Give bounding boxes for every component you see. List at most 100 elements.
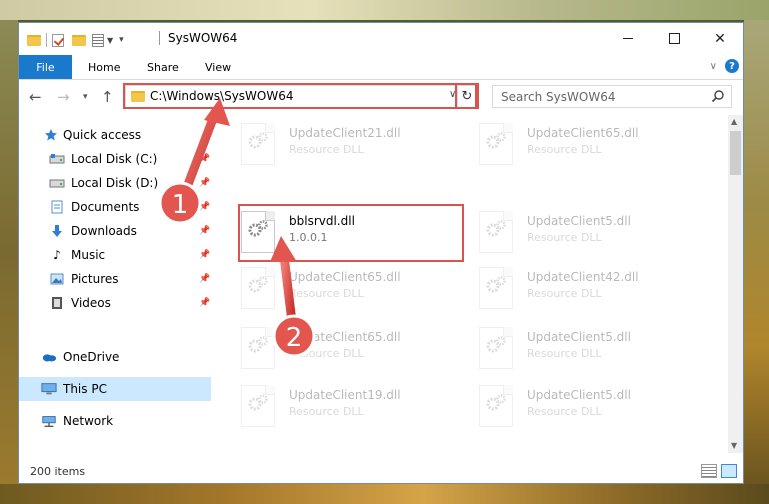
file-list: UpdateClient21.dll Resource DLL UpdateCl… [211,115,728,453]
scrollbar-thumb[interactable] [730,131,741,175]
sidebar-item-this-pc[interactable]: This PC [19,377,211,401]
sidebar-item-label: Music [71,248,106,262]
navigation-pane: Quick access Local Disk (C:) 📌 Local Dis… [19,115,211,453]
file-item[interactable]: UpdateClient21.dll Resource DLL [241,121,471,167]
gear-icon [248,394,268,411]
search-icon[interactable] [711,89,725,103]
gear-icon [486,394,506,411]
status-bar: 200 items [19,461,743,483]
scroll-down-icon[interactable]: ▼ [731,441,737,450]
close-icon: ✕ [714,30,726,47]
sidebar-item-network[interactable]: Network [19,409,211,433]
properties-check-icon[interactable] [52,33,64,47]
file-type: Resource DLL [289,405,364,418]
vertical-scrollbar[interactable]: ▲ ▼ [728,115,743,453]
pictures-icon [49,271,65,287]
file-name: UpdateClient42.dll [527,270,639,284]
pin-icon[interactable]: 📌 [199,250,210,260]
computer-icon [41,381,57,397]
file-name: UpdateClient5.dll [527,388,631,402]
file-item[interactable]: UpdateClient65.dll Resource DLL [479,121,709,167]
file-item[interactable]: UpdateClient5.dll Resource DLL [479,325,709,371]
new-folder-icon[interactable] [72,34,86,46]
properties-icon[interactable] [92,33,104,47]
file-name: UpdateClient21.dll [289,126,401,140]
tab-file[interactable]: File [19,55,72,79]
sidebar-item-label: Quick access [63,128,142,142]
file-name: UpdateClient5.dll [527,214,631,228]
tab-share[interactable]: Share [147,55,179,79]
sidebar-item-downloads[interactable]: Downloads 📌 [19,219,211,243]
desktop-wallpaper-bottom [0,484,769,504]
gear-icon [248,276,268,293]
sidebar-item-local-disk-d[interactable]: Local Disk (D:) 📌 [19,171,211,195]
videos-icon [49,295,65,311]
maximize-icon [668,33,680,44]
file-item[interactable]: UpdateClient65.dll Resource DLL [241,265,471,311]
file-explorer-window: ▼ ▾ SysWOW64 ✕ File Home Share View ∨ ? … [18,22,744,484]
file-highlight-box [238,204,464,262]
up-button[interactable]: ↑ [101,88,114,106]
gear-icon [486,336,506,353]
drive-icon [49,151,65,167]
window-title-text: SysWOW64 [168,31,238,45]
sidebar-item-music[interactable]: ♪ Music 📌 [19,243,211,267]
maximize-button[interactable] [651,23,697,54]
tab-home[interactable]: Home [88,55,120,79]
gear-icon [486,220,506,237]
pin-icon[interactable]: 📌 [199,154,210,164]
tiles-view-button[interactable] [721,464,737,478]
gear-icon [248,336,268,353]
file-type: Resource DLL [527,347,602,360]
file-type: Resource DLL [527,143,602,156]
sidebar-item-label: Local Disk (D:) [71,176,159,190]
sidebar-item-pictures[interactable]: Pictures 📌 [19,267,211,291]
scroll-up-icon[interactable]: ▲ [731,117,737,126]
item-count: 200 items [30,465,86,478]
file-item[interactable]: UpdateClient19.dll Resource DLL [241,383,471,429]
details-view-button[interactable] [701,464,717,478]
file-item[interactable]: UpdateClient65.dll Resource DLL [241,325,471,371]
refresh-highlight-box [455,83,479,109]
gear-icon [248,132,268,149]
window-title: SysWOW64 [159,31,237,45]
file-type: Resource DLL [527,231,602,244]
sidebar-item-videos[interactable]: Videos 📌 [19,291,211,315]
forward-button[interactable]: → [57,88,70,106]
pin-icon[interactable]: 📌 [199,274,210,284]
sidebar-item-documents[interactable]: Documents 📌 [19,195,211,219]
help-icon[interactable]: ? [725,59,739,73]
pin-icon[interactable]: 📌 [199,178,210,188]
file-item[interactable]: UpdateClient5.dll Resource DLL [479,209,709,255]
pin-icon[interactable]: 📌 [199,202,210,212]
file-type: Resource DLL [289,347,364,360]
star-icon [43,127,59,143]
customize-toolbar-icon[interactable]: ▾ [119,35,124,45]
close-button[interactable]: ✕ [697,23,743,54]
sidebar-item-onedrive[interactable]: OneDrive [19,345,211,369]
file-item[interactable]: UpdateClient5.dll Resource DLL [479,383,709,429]
file-name: UpdateClient19.dll [289,388,401,402]
expand-ribbon-icon[interactable]: ∨ [710,61,717,72]
tab-view[interactable]: View [205,55,231,79]
file-type: Resource DLL [527,287,602,300]
navigation-bar: ← → ▾ ↑ C:\Windows\SysWOW64 ∨ ↻ [19,80,743,114]
sidebar-item-quick-access[interactable]: Quick access [19,123,211,147]
sidebar-item-label: OneDrive [63,350,120,364]
quick-access-toolbar: ▼ ▾ [27,32,124,48]
sidebar-item-local-disk-c[interactable]: Local Disk (C:) 📌 [19,147,211,171]
desktop-wallpaper-top [0,0,769,20]
minimize-button[interactable] [605,23,651,54]
minimize-icon [623,38,633,39]
search-input[interactable] [493,86,711,107]
search-box[interactable] [492,85,732,108]
chevron-down-icon[interactable]: ▼ [107,36,113,45]
sidebar-item-label: This PC [63,382,107,396]
pin-icon[interactable]: 📌 [199,226,210,236]
recent-locations-icon[interactable]: ▾ [83,92,88,102]
back-button[interactable]: ← [29,88,42,106]
sidebar-item-label: Network [63,414,114,428]
file-item[interactable]: UpdateClient42.dll Resource DLL [479,265,709,311]
music-icon: ♪ [53,248,61,262]
pin-icon[interactable]: 📌 [199,298,210,308]
